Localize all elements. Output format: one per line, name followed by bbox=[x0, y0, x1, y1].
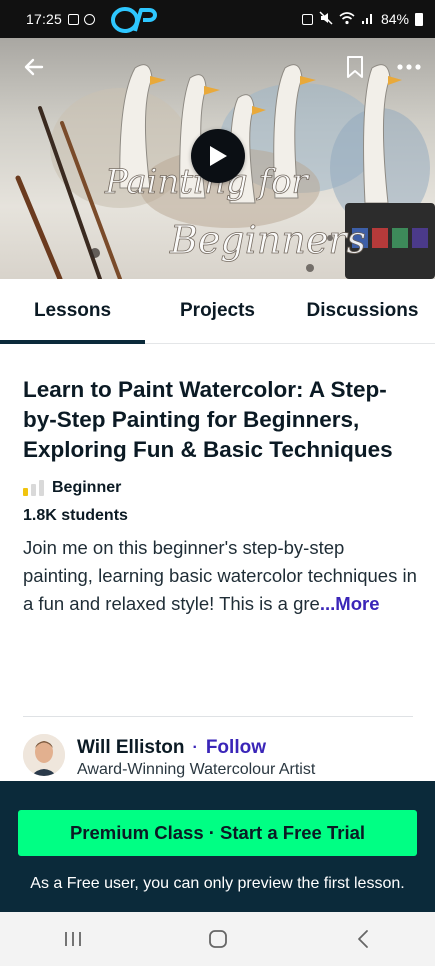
teacher-avatar[interactable] bbox=[23, 734, 65, 776]
recent-apps-button[interactable] bbox=[43, 919, 103, 959]
course-tabs: Lessons Projects Discussions bbox=[0, 279, 435, 344]
course-description: Join me on this beginner's step-by-step … bbox=[23, 534, 418, 618]
home-button[interactable] bbox=[188, 919, 248, 959]
status-time: 17:25 bbox=[26, 11, 63, 27]
hero-title-line2: Beginners bbox=[169, 218, 366, 262]
teacher-row: Will Elliston · Follow Award-Winning Wat… bbox=[23, 734, 423, 780]
bookmark-button[interactable] bbox=[342, 52, 368, 82]
media-icon bbox=[68, 13, 80, 25]
more-link[interactable]: ...More bbox=[320, 593, 380, 614]
teacher-name-row: Will Elliston · Follow bbox=[77, 737, 266, 759]
bookmark-icon bbox=[347, 56, 363, 78]
arrow-left-icon bbox=[24, 58, 44, 76]
level-row: Beginner bbox=[23, 479, 418, 497]
course-title: Learn to Paint Watercolor: A Step-by-Ste… bbox=[23, 377, 393, 462]
start-free-trial-button[interactable]: Premium Class · Start a Free Trial bbox=[18, 810, 417, 856]
teacher-role: Award-Winning Watercolour Artist bbox=[77, 761, 316, 778]
status-bar: 17:25 84% bbox=[0, 0, 435, 38]
app-logo-icon bbox=[105, 4, 163, 34]
level-bars-icon bbox=[23, 480, 44, 496]
divider bbox=[23, 716, 413, 717]
recent-apps-icon bbox=[64, 932, 81, 946]
system-nav-bar bbox=[0, 912, 435, 966]
nfc-icon bbox=[301, 13, 313, 25]
more-dots-icon bbox=[397, 64, 421, 70]
more-options-button[interactable] bbox=[392, 52, 426, 82]
premium-cta-panel: Premium Class · Start a Free Trial As a … bbox=[0, 781, 435, 912]
play-icon bbox=[210, 146, 227, 166]
system-back-button[interactable] bbox=[333, 919, 393, 959]
student-count: 1.8K students bbox=[23, 507, 128, 524]
home-icon bbox=[208, 930, 227, 948]
course-details: Learn to Paint Watercolor: A Step-by-Ste… bbox=[23, 375, 418, 618]
battery-icon bbox=[415, 12, 423, 26]
wifi-icon bbox=[339, 11, 355, 28]
mute-icon bbox=[319, 10, 333, 28]
course-level: Beginner bbox=[52, 479, 122, 496]
back-icon bbox=[357, 930, 368, 948]
follow-button[interactable]: Follow bbox=[206, 737, 266, 759]
tab-projects[interactable]: Projects bbox=[145, 279, 290, 343]
battery-percent: 84% bbox=[380, 11, 409, 27]
teacher-name[interactable]: Will Elliston bbox=[77, 737, 185, 759]
tab-discussions[interactable]: Discussions bbox=[290, 279, 435, 343]
free-user-note: As a Free user, you can only preview the… bbox=[30, 875, 405, 892]
whatsapp-icon bbox=[84, 13, 96, 25]
back-button[interactable] bbox=[18, 52, 50, 82]
separator-dot: · bbox=[192, 739, 198, 756]
signal-icon bbox=[361, 11, 375, 28]
tab-lessons[interactable]: Lessons bbox=[0, 279, 145, 344]
course-preview-video[interactable]: Painting for Beginners bbox=[0, 38, 435, 279]
play-button[interactable] bbox=[191, 129, 245, 183]
